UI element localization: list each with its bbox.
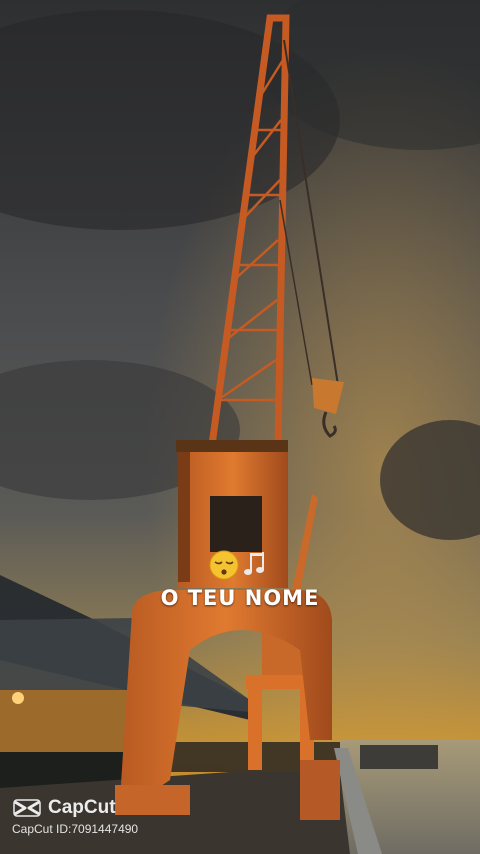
sleepy-face-icon — [209, 550, 264, 580]
crane-cab-side — [178, 452, 190, 582]
capcut-watermark: CapCut CapCut ID:7091447490 — [12, 797, 138, 836]
capcut-logo-icon — [13, 799, 41, 817]
crane-gantry-foot — [300, 760, 340, 820]
crane-cab-window — [210, 496, 262, 552]
watermark-brand: CapCut — [48, 797, 116, 818]
lamp-light — [12, 692, 24, 704]
far-pier — [360, 745, 438, 769]
background-crane-leg — [248, 680, 262, 770]
music-notes-icon — [244, 552, 264, 575]
crane-cab-roof — [176, 440, 288, 452]
watermark-id: CapCut ID:7091447490 — [12, 822, 139, 836]
photo-scene — [0, 0, 480, 854]
caption-text: O TEU NOME — [160, 586, 320, 610]
